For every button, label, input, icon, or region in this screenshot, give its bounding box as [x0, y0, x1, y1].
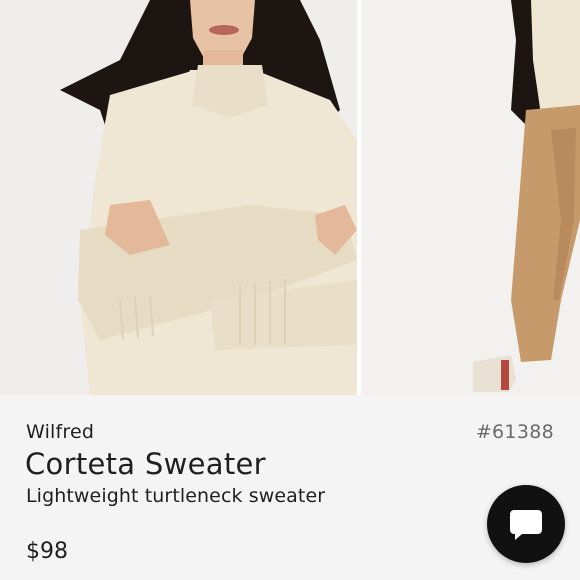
product-price: $98 [26, 539, 68, 564]
brand-name[interactable]: Wilfred [26, 421, 94, 443]
product-sku: #61388 [475, 421, 554, 443]
chat-bubble-icon [510, 510, 542, 540]
product-image-gallery [0, 0, 580, 395]
product-photo-side[interactable] [361, 0, 580, 395]
product-subtitle: Lightweight turtleneck sweater [26, 485, 326, 507]
product-photo-front[interactable] [0, 0, 357, 395]
model-front-illustration [0, 0, 357, 395]
chat-button[interactable] [487, 485, 565, 563]
product-title: Corteta Sweater [25, 447, 266, 481]
model-side-illustration [361, 0, 580, 395]
